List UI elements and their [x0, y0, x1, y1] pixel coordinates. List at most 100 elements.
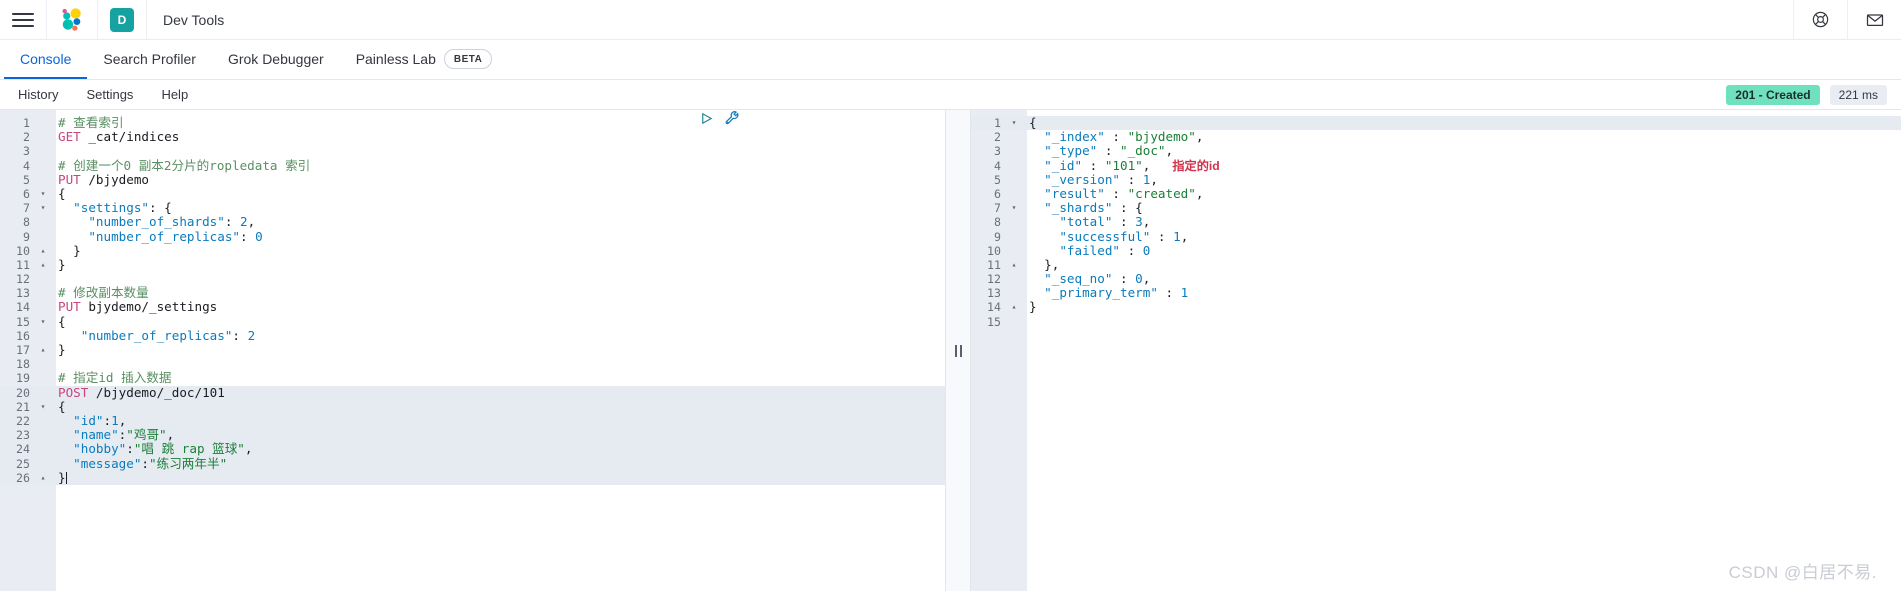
- code-line-text: "_version" : 1,: [1044, 171, 1158, 187]
- tab-painless-lab[interactable]: Painless Lab BETA: [340, 39, 509, 79]
- code-line-text: "_primary_term" : 1: [1044, 285, 1189, 301]
- code-line-text: }: [58, 242, 81, 258]
- fold-toggle-icon[interactable]: ▾: [36, 315, 50, 329]
- tab-grok-debugger[interactable]: Grok Debugger: [212, 39, 340, 79]
- code-line-text: "number_of_replicas": 0: [88, 228, 263, 244]
- code-line: 7 ▾ "settings": {: [0, 201, 945, 216]
- elastic-home-link[interactable]: [47, 0, 98, 40]
- code-line: 5 "_version" : 1,: [971, 171, 1901, 187]
- code-line-text: "number_of_replicas": 2: [80, 327, 256, 343]
- tab-search-profiler-label: Search Profiler: [103, 51, 196, 67]
- line-number: 23: [16, 428, 30, 443]
- code-line-text: },: [1029, 256, 1060, 272]
- code-line-text: POST /bjydemo/_doc/101: [58, 384, 225, 400]
- code-line-text: "id":1,: [73, 412, 127, 428]
- code-line: 24 "hobby":"唱 跳 rap 篮球",: [0, 442, 945, 457]
- code-line-text: {: [1029, 115, 1037, 130]
- code-line-text: "total" : 3,: [1059, 214, 1151, 230]
- code-line: 15: [971, 315, 1901, 329]
- line-number: 7: [23, 201, 30, 216]
- code-line: 4 # 创建一个0 副本2分片的ropledata 索引: [0, 158, 945, 173]
- grip-icon: [954, 344, 962, 357]
- request-editor-pane[interactable]: 1 # 查看索引 2 GET _cat/indices 3 4 # 创建一个0 副本2分片的…: [0, 110, 945, 591]
- code-line: 14 PUT bjydemo/_settings: [0, 300, 945, 315]
- line-number: 15: [987, 314, 1001, 329]
- nav-menu-button[interactable]: [0, 0, 47, 40]
- line-number: 1: [23, 116, 30, 130]
- code-line: 1 ▾ {: [971, 115, 1901, 131]
- code-line: 19 # 指定id 插入数据: [0, 370, 945, 386]
- lifebuoy-help-icon: [1812, 11, 1829, 28]
- code-line: 6 "result" : "created",: [971, 185, 1901, 201]
- code-line-text: "message":"练习两年半": [73, 455, 228, 471]
- line-number: 1: [994, 116, 1001, 130]
- code-line-text: }: [58, 342, 66, 357]
- code-line-text: "successful" : 1,: [1059, 228, 1189, 244]
- global-header: D Dev Tools: [0, 0, 1901, 40]
- settings-button[interactable]: Settings: [74, 80, 145, 110]
- pane-resize-handle[interactable]: [945, 110, 971, 591]
- code-line: 3: [0, 144, 945, 158]
- line-number: 12: [16, 272, 30, 287]
- space-avatar: D: [110, 7, 134, 32]
- code-line-text: }: [58, 256, 66, 272]
- code-line: 11 ▴}: [0, 256, 945, 272]
- line-number: 11: [987, 257, 1001, 272]
- tab-search-profiler[interactable]: Search Profiler: [87, 39, 212, 79]
- code-line: 2 "_index" : "bjydemo",: [971, 130, 1901, 145]
- fold-toggle-icon[interactable]: ▾: [1007, 201, 1021, 215]
- fold-toggle-icon[interactable]: ▾: [1007, 116, 1021, 130]
- elastic-logo-icon: [62, 7, 81, 31]
- line-number: 15: [16, 314, 30, 329]
- app-title: Dev Tools: [163, 11, 225, 28]
- help-button[interactable]: [1793, 0, 1847, 40]
- help-menu-button[interactable]: Help: [149, 80, 200, 110]
- code-line: 9 "successful" : 1,: [971, 228, 1901, 244]
- response-code: 1 ▾{2 "_index" : "bjydemo", 3 "_type" : "_…: [971, 110, 1901, 591]
- line-number: 17: [16, 343, 30, 357]
- fold-toggle-icon[interactable]: ▴: [36, 343, 50, 357]
- code-line-text: "result" : "created",: [1044, 185, 1204, 201]
- line-number: 22: [16, 413, 30, 428]
- line-number: 12: [987, 272, 1001, 287]
- response-status-badge: 201 - Created: [1726, 84, 1820, 105]
- line-number: 18: [16, 357, 30, 372]
- wrench-settings-icon[interactable]: [724, 110, 740, 126]
- console-toolbar: History Settings Help 201 - Created 221 …: [0, 80, 1901, 110]
- fold-toggle-icon[interactable]: ▴: [36, 258, 50, 272]
- line-number: 9: [994, 229, 1001, 244]
- code-line-text: GET _cat/indices: [58, 129, 180, 145]
- fold-toggle-icon[interactable]: ▾: [36, 201, 50, 215]
- tab-console[interactable]: Console: [4, 39, 88, 79]
- code-line: 7 ▾ "_shards" : {: [971, 200, 1901, 216]
- request-actions: [699, 110, 740, 126]
- line-number: 5: [23, 172, 30, 187]
- newsfeed-button[interactable]: [1847, 0, 1901, 40]
- code-line: 26 ▴}: [0, 469, 945, 485]
- play-run-request-icon[interactable]: [699, 111, 714, 126]
- line-number: 2: [23, 130, 30, 145]
- code-line-text: "_shards" : {: [1044, 200, 1143, 216]
- code-line: 17 ▴}: [0, 342, 945, 357]
- request-code[interactable]: 1 # 查看索引 2 GET _cat/indices 3 4 # 创建一个0 副本2分片的…: [0, 110, 945, 591]
- line-number: 4: [23, 158, 30, 173]
- response-editor-pane[interactable]: 1 ▾{2 "_index" : "bjydemo", 3 "_type" : "_…: [971, 110, 1901, 591]
- fold-toggle-icon[interactable]: ▴: [1007, 300, 1021, 314]
- code-line-text: PUT /bjydemo: [58, 171, 149, 187]
- response-time-badge: 221 ms: [1829, 84, 1887, 105]
- line-number: 19: [16, 371, 30, 386]
- space-selector-button[interactable]: D: [98, 0, 147, 40]
- fold-toggle-icon[interactable]: ▴: [36, 471, 50, 485]
- code-line: 10 "failed" : 0: [971, 243, 1901, 258]
- code-line: 10 ▴ }: [0, 242, 945, 258]
- fold-toggle-icon[interactable]: ▾: [36, 187, 50, 201]
- fold-toggle-icon[interactable]: ▴: [36, 244, 50, 258]
- line-number: 6: [994, 186, 1001, 201]
- code-line-text: }: [58, 469, 67, 485]
- history-button[interactable]: History: [6, 80, 70, 110]
- code-line-text: # 指定id 插入数据: [58, 370, 172, 386]
- beta-badge: BETA: [443, 49, 493, 69]
- fold-toggle-icon[interactable]: ▾: [36, 400, 50, 414]
- fold-toggle-icon[interactable]: ▴: [1007, 258, 1021, 272]
- code-line-text: # 查看索引: [58, 115, 124, 130]
